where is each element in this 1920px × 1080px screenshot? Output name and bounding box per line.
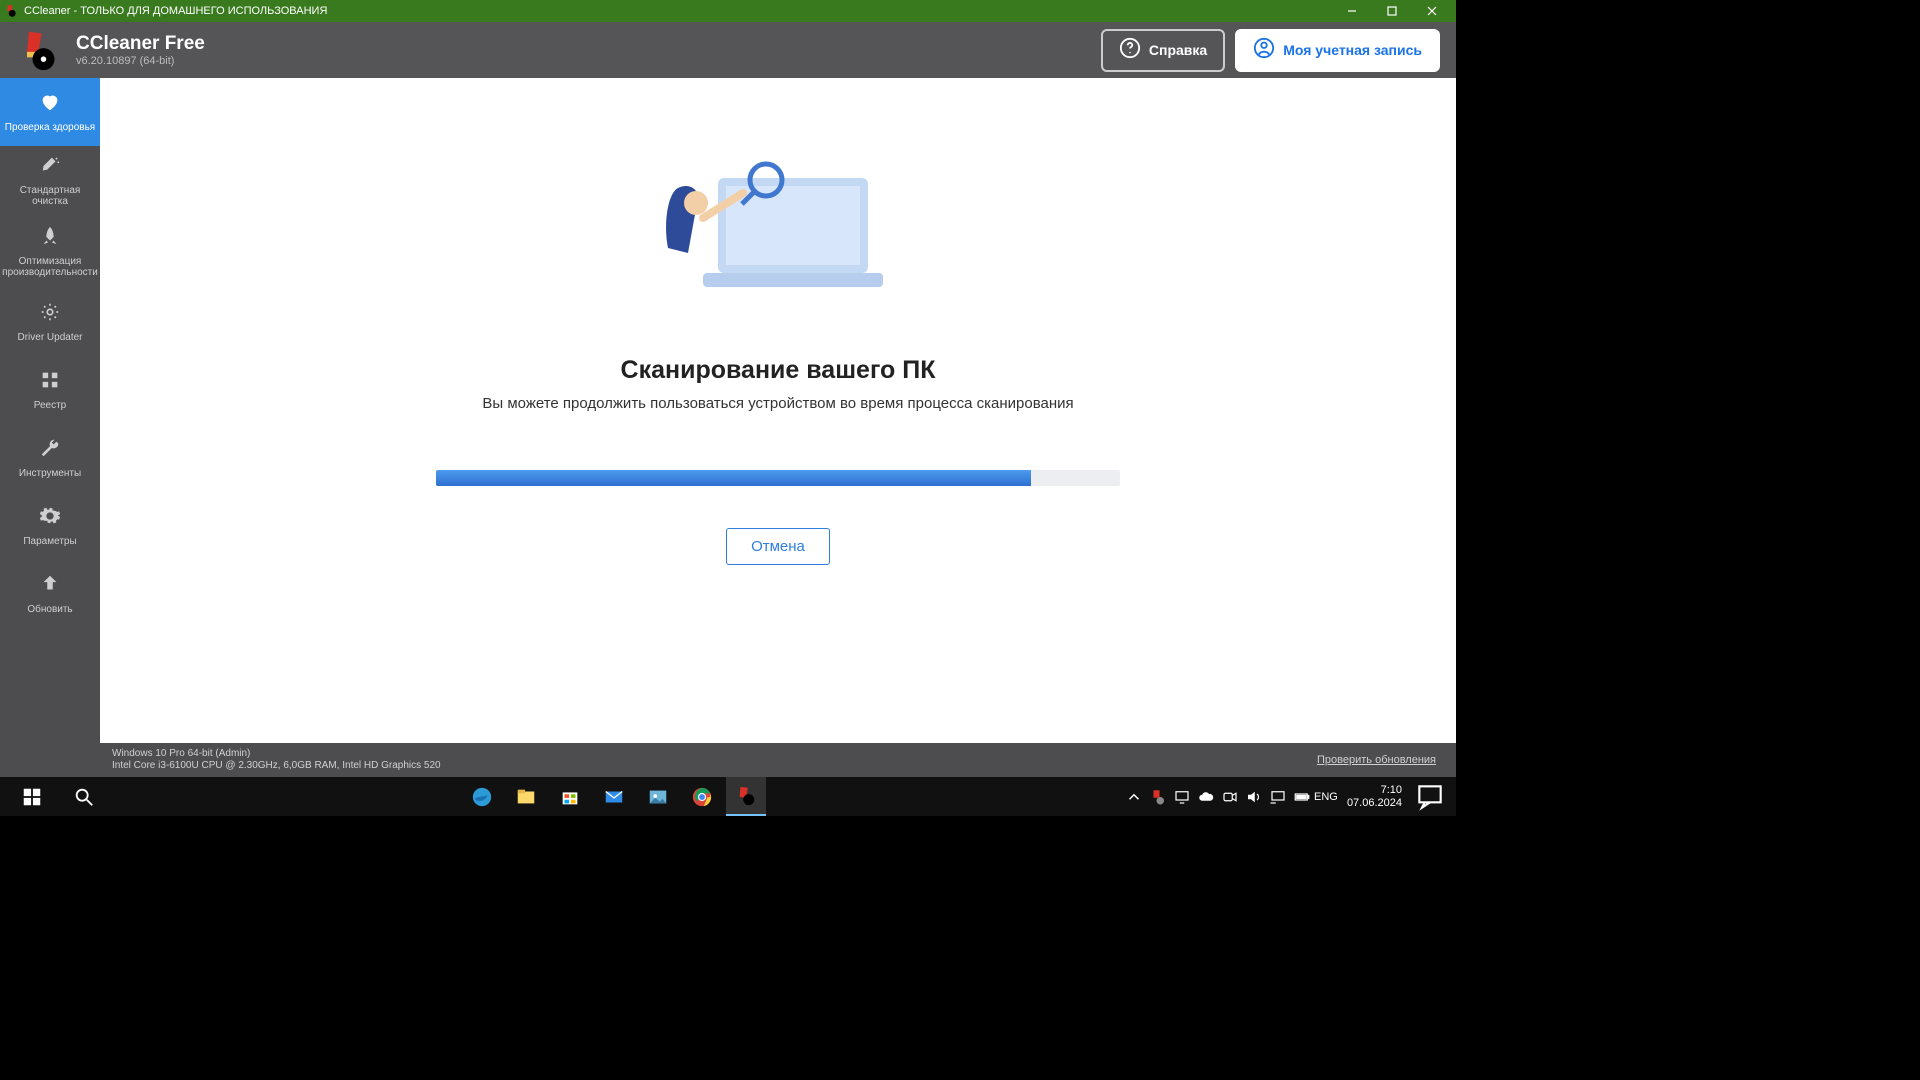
window-maximize-button[interactable] [1372,0,1412,22]
sidebar-item-registry[interactable]: Реестр [0,356,100,424]
heart-icon [39,91,61,116]
help-icon [1119,37,1141,64]
sidebar-item-label: Инструменты [19,468,81,479]
sidebar-item-label: Реестр [34,400,67,411]
status-os: Windows 10 Pro 64-bit (Admin) [112,748,441,760]
sidebar-item-label: Оптимизация производительности [2,256,98,278]
titlebar-app-icon [4,4,18,18]
app-version: v6.20.10897 (64-bit) [76,55,205,67]
taskbar-app-store[interactable] [550,777,590,816]
main-content: Сканирование вашего ПК Вы можете продолж… [100,78,1456,777]
taskbar-app-ccleaner[interactable] [726,777,766,816]
tray-ccleaner-icon[interactable] [1149,788,1167,806]
sidebar-item-label: Обновить [27,604,72,615]
windows-taskbar: ENG 7:10 07.06.2024 [0,777,1456,816]
tray-display-icon[interactable] [1173,788,1191,806]
status-bar: Windows 10 Pro 64-bit (Admin) Intel Core… [100,743,1456,777]
wrench-icon [39,437,61,462]
sidebar-item-options[interactable]: Параметры [0,492,100,560]
tray-onedrive-icon[interactable] [1197,788,1215,806]
taskbar-app-edge[interactable] [462,777,502,816]
sidebar-item-tools[interactable]: Инструменты [0,424,100,492]
tray-chevron-up-icon[interactable] [1125,788,1143,806]
taskbar-app-chrome[interactable] [682,777,722,816]
window-title: CCleaner - ТОЛЬКО ДЛЯ ДОМАШНЕГО ИСПОЛЬЗО… [24,5,1332,17]
scan-illustration [648,148,908,308]
search-icon[interactable] [64,777,104,816]
sidebar-item-label: Параметры [23,536,76,547]
scan-progress-bar [436,470,1120,486]
rocket-icon [39,225,61,250]
tray-clock[interactable]: 7:10 07.06.2024 [1341,784,1408,808]
sidebar-item-health[interactable]: Проверка здоровья [0,78,100,146]
taskbar-app-mail[interactable] [594,777,634,816]
sidebar-item-driver-updater[interactable]: Driver Updater [0,288,100,356]
tray-input-language[interactable]: ENG [1317,788,1335,806]
tray-date: 07.06.2024 [1347,797,1402,809]
tray-volume-icon[interactable] [1245,788,1263,806]
sidebar-item-label: Проверка здоровья [5,122,95,133]
sidebar: Проверка здоровья Стандартная очистка Оп… [0,78,100,777]
account-button-label: Моя учетная запись [1283,42,1422,58]
sidebar-item-label: Driver Updater [17,332,82,343]
tray-battery-icon[interactable] [1293,788,1311,806]
help-button[interactable]: Справка [1101,29,1225,72]
sidebar-item-label: Стандартная очистка [2,185,98,207]
check-updates-link[interactable]: Проверить обновления [1317,754,1436,766]
app-name: CCleaner Free [76,33,205,55]
sidebar-item-perf-optimizer[interactable]: Оптимизация производительности [0,214,100,288]
status-hardware: Intel Core i3-6100U CPU @ 2.30GHz, 6,0GB… [112,760,441,772]
gear-icon [39,505,61,530]
start-button[interactable] [12,777,52,816]
brush-clean-icon [39,154,61,179]
user-icon [1253,37,1275,64]
grid-icon [39,369,61,394]
app-header: CCleaner Free v6.20.10897 (64-bit) Справ… [0,22,1456,78]
app-logo-icon [16,28,60,72]
window-minimize-button[interactable] [1332,0,1372,22]
sidebar-item-custom-clean[interactable]: Стандартная очистка [0,146,100,214]
window-titlebar: CCleaner - ТОЛЬКО ДЛЯ ДОМАШНЕГО ИСПОЛЬЗО… [0,0,1456,22]
window-close-button[interactable] [1412,0,1452,22]
cancel-button[interactable]: Отмена [726,528,830,565]
sidebar-item-upgrade[interactable]: Обновить [0,560,100,628]
scan-progress-fill [436,470,1031,486]
taskbar-app-explorer[interactable] [506,777,546,816]
account-button[interactable]: Моя учетная запись [1235,29,1440,72]
tray-network-icon[interactable] [1269,788,1287,806]
help-button-label: Справка [1149,42,1207,58]
chip-gear-icon [39,301,61,326]
main-title: Сканирование вашего ПК [621,356,936,385]
arrow-up-icon [39,573,61,598]
tray-time: 7:10 [1347,784,1402,796]
main-subtitle: Вы можете продолжить пользоваться устрой… [482,395,1073,412]
taskbar-app-photos[interactable] [638,777,678,816]
tray-meet-now-icon[interactable] [1221,788,1239,806]
tray-action-center-icon[interactable] [1414,781,1446,813]
